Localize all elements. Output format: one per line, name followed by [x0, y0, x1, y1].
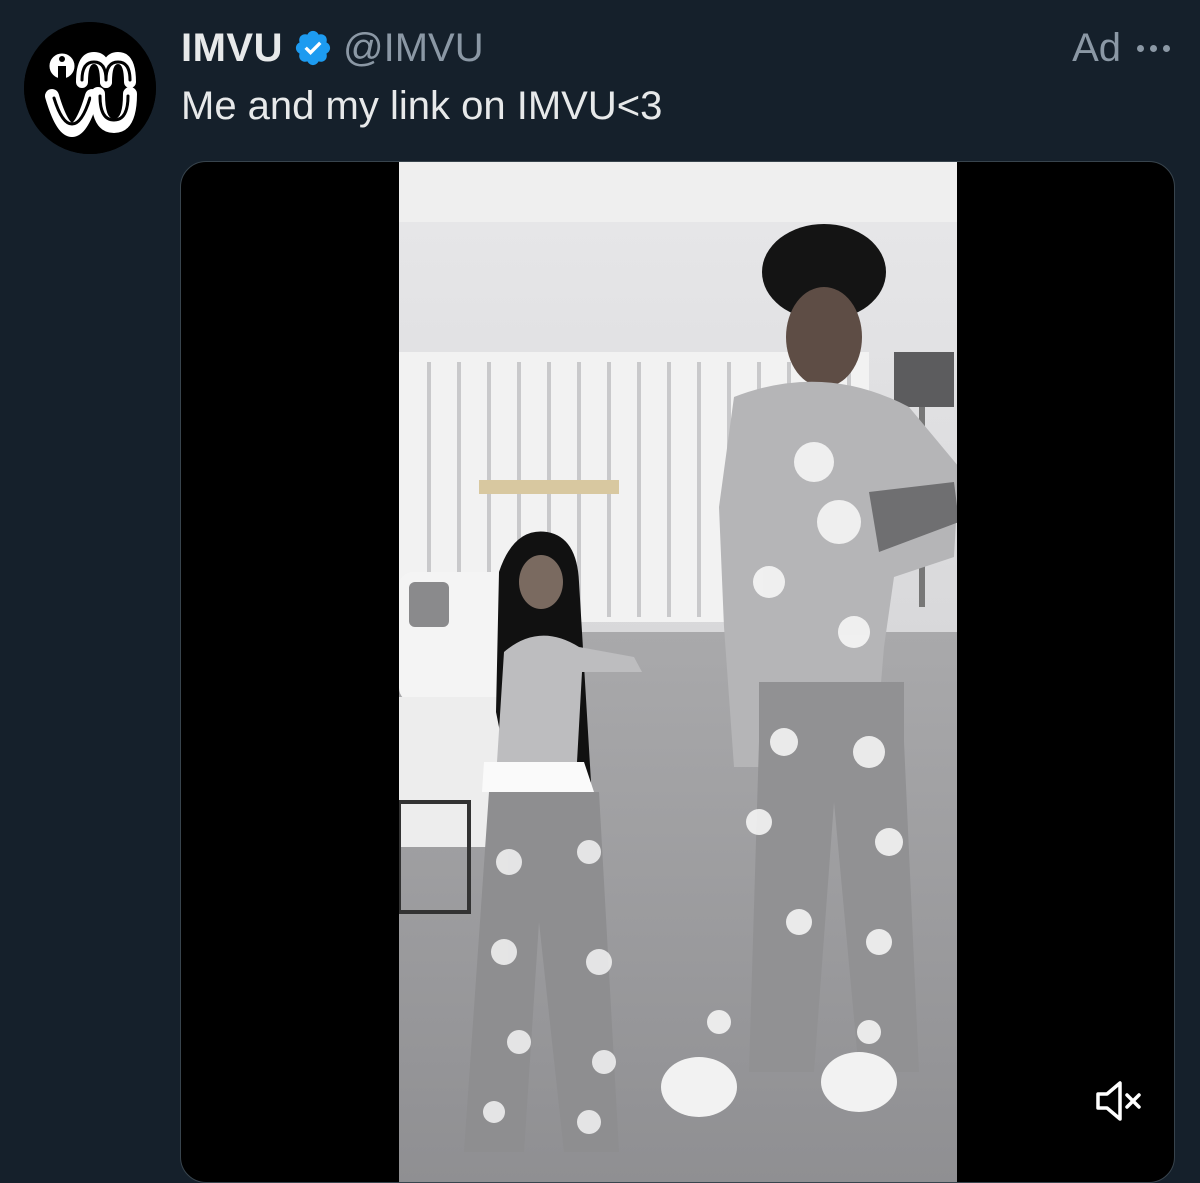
- ad-area: Ad: [1072, 26, 1170, 71]
- speaker-muted-icon[interactable]: [1094, 1078, 1144, 1124]
- ad-label: Ad: [1072, 25, 1121, 70]
- video-frame[interactable]: [399, 162, 957, 1182]
- more-options-icon[interactable]: [1137, 44, 1170, 52]
- tweet-header: IMVU @IMVU Ad: [181, 24, 1170, 72]
- video-still-image: [399, 162, 957, 1182]
- account-handle[interactable]: @IMVU: [343, 26, 484, 71]
- tweet-text: Me and my link on IMVU<3: [181, 84, 663, 128]
- video-player[interactable]: [180, 161, 1175, 1183]
- tweet-card[interactable]: IMVU @IMVU Ad Me and my link on IMVU<3: [0, 0, 1200, 1183]
- more-dot: [1150, 44, 1157, 52]
- imvu-logo-icon: [24, 22, 156, 154]
- avatar[interactable]: [24, 22, 156, 154]
- verified-badge-icon: [295, 30, 331, 66]
- more-dot: [1163, 44, 1170, 52]
- more-dot: [1137, 44, 1144, 52]
- account-name[interactable]: IMVU: [181, 26, 283, 71]
